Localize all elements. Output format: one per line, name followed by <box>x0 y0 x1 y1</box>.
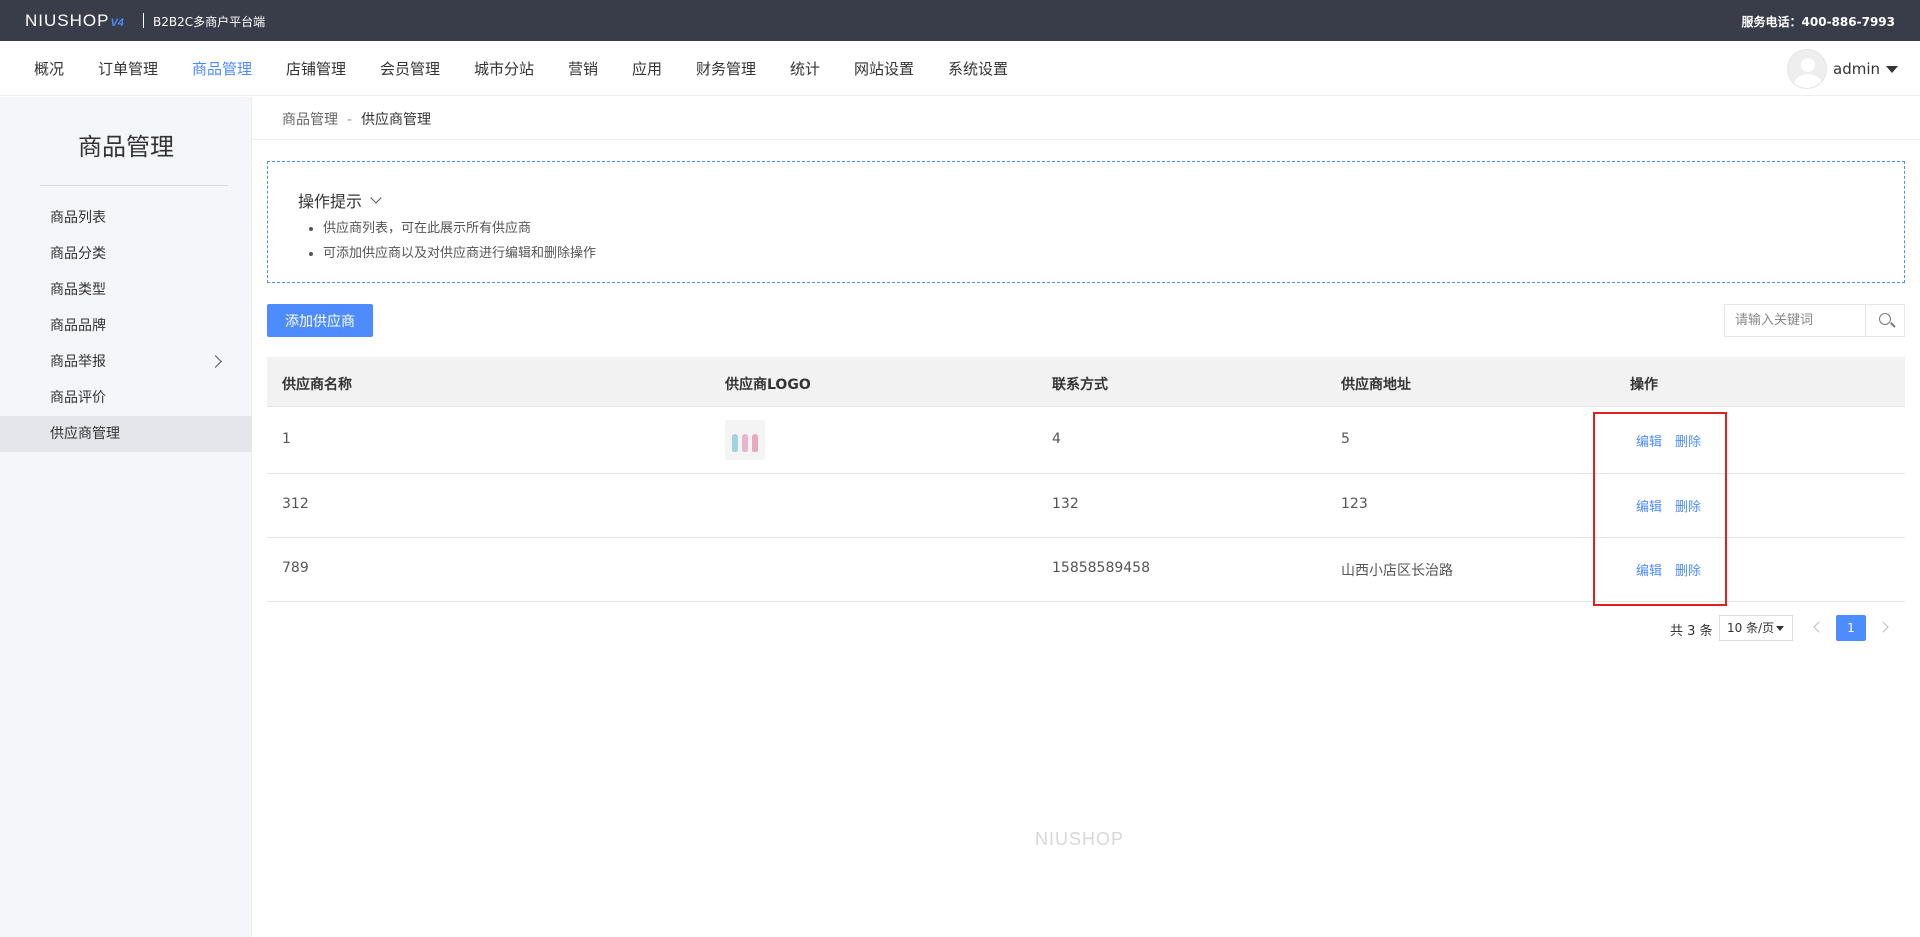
username[interactable]: admin <box>1833 60 1880 78</box>
nav-item-orders[interactable]: 订单管理 <box>98 58 158 79</box>
column-header-actions: 操作 <box>1630 377 1658 393</box>
supplier-address: 5 <box>1341 431 1350 447</box>
breadcrumb-divider <box>252 139 1920 140</box>
nav-item-shops[interactable]: 店铺管理 <box>286 58 346 79</box>
operation-tips: 操作提示 供应商列表，可在此展示所有供应商 可添加供应商以及对供应商进行编辑和删… <box>267 161 1905 283</box>
service-hotline: 服务电话：400-886-7993 <box>1741 15 1895 29</box>
column-header-address: 供应商地址 <box>1341 377 1411 393</box>
sidebar-item-goods-brand[interactable]: 商品品牌 <box>0 308 252 344</box>
supplier-name: 789 <box>282 560 309 576</box>
pagination-total: 共 3 条 <box>1670 624 1713 639</box>
table-row: 312 132 123 编辑 删除 <box>267 474 1905 538</box>
top-bar: NIUSHOPV4 B2B2C多商户平台端 服务电话：400-886-7993 <box>0 0 1920 41</box>
nav-item-goods[interactable]: 商品管理 <box>192 58 252 79</box>
table-header: 供应商名称 供应商LOGO 联系方式 供应商地址 操作 <box>267 357 1905 407</box>
tips-line: 供应商列表，可在此展示所有供应商 <box>323 216 596 241</box>
logo-version: V4 <box>110 17 124 29</box>
tips-list: 供应商列表，可在此展示所有供应商 可添加供应商以及对供应商进行编辑和删除操作 <box>323 216 596 266</box>
supplier-name: 312 <box>282 496 309 512</box>
nav-item-members[interactable]: 会员管理 <box>380 58 440 79</box>
nav-item-finance[interactable]: 财务管理 <box>696 58 756 79</box>
nav-item-city-sites[interactable]: 城市分站 <box>474 58 534 79</box>
tips-toggle[interactable]: 操作提示 <box>298 188 382 212</box>
caret-down-icon[interactable] <box>1886 65 1898 73</box>
logo-bottle <box>742 434 748 452</box>
logo-text: NIUSHOP <box>25 11 110 30</box>
tips-line: 可添加供应商以及对供应商进行编辑和删除操作 <box>323 241 596 266</box>
search-input[interactable] <box>1725 305 1865 336</box>
user-menu[interactable]: admin <box>1787 49 1898 89</box>
nav-item-marketing[interactable]: 营销 <box>568 58 598 79</box>
prev-page-icon[interactable] <box>1813 621 1825 633</box>
avatar[interactable] <box>1787 49 1827 89</box>
sidebar-item-goods-type[interactable]: 商品类型 <box>0 272 252 308</box>
column-header-contact: 联系方式 <box>1052 377 1108 393</box>
tips-title: 操作提示 <box>298 192 363 211</box>
supplier-contact: 132 <box>1052 496 1079 512</box>
breadcrumb-parent[interactable]: 商品管理 <box>282 112 338 128</box>
logo-separator <box>143 13 144 28</box>
sidebar-item-label: 商品举报 <box>50 354 106 370</box>
footer-brand: NIUSHOP <box>1035 829 1125 849</box>
supplier-contact: 15858589458 <box>1052 560 1150 576</box>
column-header-name: 供应商名称 <box>282 377 352 393</box>
supplier-contact: 4 <box>1052 431 1061 447</box>
nav-item-apps[interactable]: 应用 <box>632 58 662 79</box>
delete-link[interactable]: 删除 <box>1675 560 1701 579</box>
nav-item-statistics[interactable]: 统计 <box>790 58 820 79</box>
table-row: 789 15858589458 山西小店区长治路 编辑 删除 <box>267 538 1905 602</box>
breadcrumb: 商品管理 - 供应商管理 <box>282 109 431 129</box>
search-button[interactable] <box>1865 305 1904 336</box>
delete-link[interactable]: 删除 <box>1675 496 1701 515</box>
sidebar-item-goods-category[interactable]: 商品分类 <box>0 236 252 272</box>
chevron-right-icon <box>209 355 222 368</box>
edit-link[interactable]: 编辑 <box>1636 496 1662 515</box>
add-supplier-button[interactable]: 添加供应商 <box>267 304 373 337</box>
platform-label: B2B2C多商户平台端 <box>153 15 266 29</box>
main-nav: 概况 订单管理 商品管理 店铺管理 会员管理 城市分站 营销 应用 财务管理 统… <box>0 41 1920 96</box>
edit-link[interactable]: 编辑 <box>1636 560 1662 579</box>
caret-down-icon <box>1776 626 1784 631</box>
sidebar-item-goods-report[interactable]: 商品举报 <box>0 344 252 380</box>
supplier-address: 123 <box>1341 496 1368 512</box>
breadcrumb-current: 供应商管理 <box>361 112 432 128</box>
logo-bottle <box>732 434 738 452</box>
column-header-logo: 供应商LOGO <box>725 377 811 393</box>
search-icon <box>1879 313 1891 325</box>
sidebar-item-supplier[interactable]: 供应商管理 <box>0 416 252 452</box>
nav-item-system-settings[interactable]: 系统设置 <box>948 58 1008 79</box>
supplier-name: 1 <box>282 431 291 447</box>
page-size-select[interactable]: 10 条/页 <box>1719 615 1793 641</box>
sidebar-divider <box>40 185 228 186</box>
niushop-logo[interactable]: NIUSHOPV4 <box>25 11 124 31</box>
sidebar-item-goods-list[interactable]: 商品列表 <box>0 200 252 236</box>
edit-link[interactable]: 编辑 <box>1636 431 1662 450</box>
nav-item-overview[interactable]: 概况 <box>34 58 64 79</box>
page-button-current[interactable]: 1 <box>1836 615 1866 641</box>
sidebar-item-goods-review[interactable]: 商品评价 <box>0 380 252 416</box>
delete-link[interactable]: 删除 <box>1675 431 1701 450</box>
supplier-logo <box>725 420 765 460</box>
logo-bottle <box>752 434 758 452</box>
supplier-address: 山西小店区长治路 <box>1341 563 1453 579</box>
chevron-down-icon <box>370 191 382 204</box>
search-box <box>1724 304 1905 337</box>
table-row: 1 4 5 编辑 删除 <box>267 407 1905 474</box>
search-icon-handle <box>1890 322 1896 328</box>
sidebar-title: 商品管理 <box>78 133 174 161</box>
supplier-table: 供应商名称 供应商LOGO 联系方式 供应商地址 操作 1 4 5 编辑 删除 … <box>267 357 1905 602</box>
nav-item-site-settings[interactable]: 网站设置 <box>854 58 914 79</box>
page-size-value: 10 条/页 <box>1727 621 1775 635</box>
next-page-icon[interactable] <box>1877 621 1889 633</box>
sidebar: 商品管理 商品列表 商品分类 商品类型 商品品牌 商品举报 商品评价 供应商管理 <box>0 97 252 937</box>
breadcrumb-separator: - <box>347 112 353 128</box>
